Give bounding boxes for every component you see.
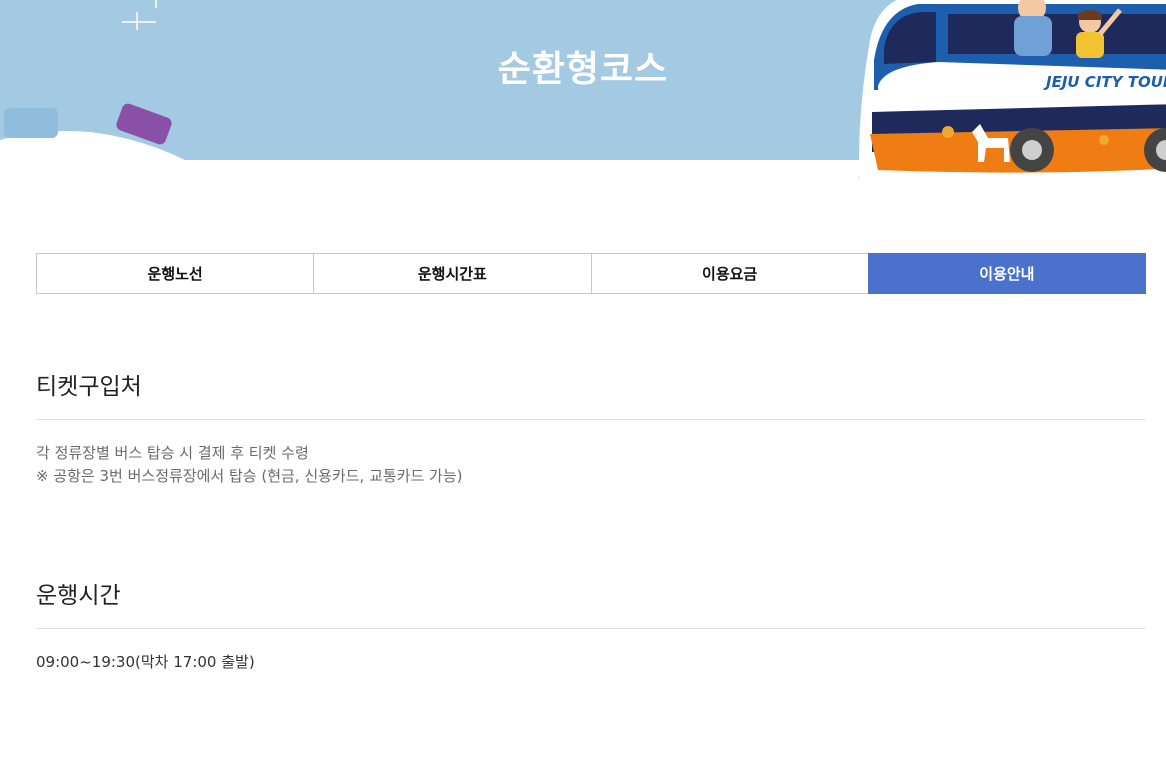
ticket-info-line: 각 정류장별 버스 탑승 시 결제 후 티켓 수령 bbox=[36, 444, 309, 462]
tab-guide[interactable]: 이용안내 bbox=[867, 253, 1146, 294]
ticket-info: 각 정류장별 버스 탑승 시 결제 후 티켓 수령 ※ 공항은 3번 버스정류장… bbox=[36, 442, 1146, 488]
sparkle-icon bbox=[122, 0, 157, 30]
hours-info: 09:00~19:30(막차 17:00 출발) bbox=[36, 651, 1146, 674]
luggage-icon bbox=[4, 108, 58, 138]
hours-section: 운행시간 09:00~19:30(막차 17:00 출발) bbox=[36, 581, 1146, 674]
divider bbox=[36, 419, 1146, 420]
tab-timetable[interactable]: 운행시간표 bbox=[313, 253, 592, 294]
tab-route[interactable]: 운행노선 bbox=[36, 253, 315, 294]
hours-heading: 운행시간 bbox=[36, 583, 121, 609]
flower-icon bbox=[1099, 135, 1109, 145]
tab-fare[interactable]: 이용요금 bbox=[590, 253, 869, 294]
tab-bar: 운행노선 운행시간표 이용요금 이용안내 bbox=[36, 253, 1146, 294]
bus-illustration: JEJU CITY TOUR bbox=[858, 0, 1166, 195]
ticket-section: 티켓구입처 각 정류장별 버스 탑승 시 결제 후 티켓 수령 ※ 공항은 3번… bbox=[36, 372, 1146, 488]
ticket-info-note: ※ 공항은 3번 버스정류장에서 탑승 (현금, 신용카드, 교통카드 가능) bbox=[36, 467, 463, 485]
ticket-heading: 티켓구입처 bbox=[36, 374, 142, 400]
divider bbox=[36, 628, 1146, 629]
bus-logo-text: JEJU CITY TOUR bbox=[1043, 73, 1166, 91]
flower-icon bbox=[942, 126, 954, 138]
hours-info-line: 09:00~19:30(막차 17:00 출발) bbox=[36, 653, 255, 671]
hero-banner: 순환형코스 JEJU CITY TOUR bbox=[0, 0, 1166, 195]
